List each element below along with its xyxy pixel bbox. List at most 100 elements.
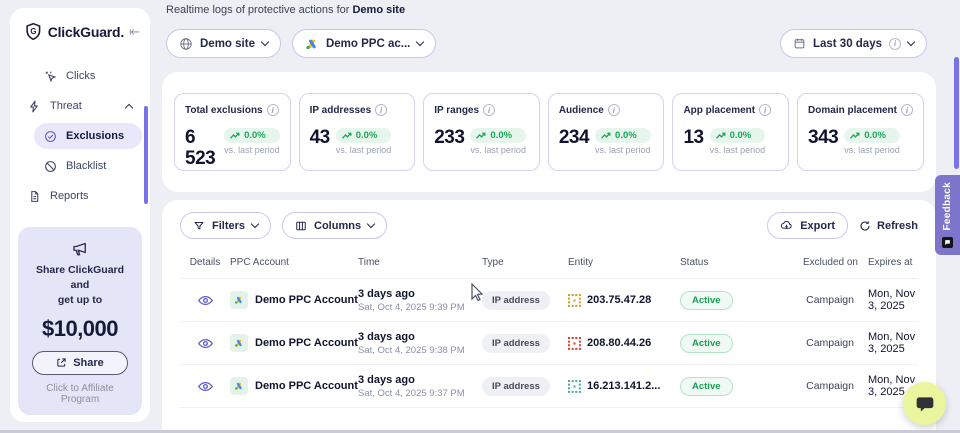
site-filter-dropdown[interactable]: Demo site — [166, 29, 281, 58]
megaphone-icon — [71, 239, 89, 257]
feedback-chat-icon — [942, 237, 953, 248]
sidebar-nav: Clicks Threat Exclusions Blacklist — [10, 63, 150, 209]
trend-badge: 0.0% — [224, 128, 280, 143]
expires-at-cell: Mon, Nov 3, 2025 — [858, 288, 918, 312]
info-icon[interactable]: i — [375, 104, 387, 116]
chevron-down-icon — [907, 38, 915, 46]
google-ads-icon — [230, 291, 248, 309]
entity-identicon — [568, 294, 581, 307]
chevron-down-icon — [367, 220, 375, 228]
type-badge: IP address — [482, 291, 550, 310]
svg-text:G: G — [30, 27, 36, 36]
export-cloud-icon — [780, 219, 793, 232]
share-button[interactable]: Share — [32, 351, 128, 375]
stat-card: Total exclusions i 6 523 0.0% vs. last p… — [174, 93, 291, 171]
stats-panel: Total exclusions i 6 523 0.0% vs. last p… — [162, 72, 936, 192]
collapse-sidebar-icon[interactable]: ⇤ — [129, 24, 140, 40]
info-icon[interactable]: i — [267, 104, 279, 116]
stat-card: IP addresses i 43 0.0% vs. last period — [299, 93, 416, 171]
trend-badge: 0.0% — [470, 128, 526, 143]
filters-button[interactable]: Filters — [180, 212, 271, 239]
entity-cell: 208.80.44.26 — [568, 337, 680, 350]
sidebar-item-reports[interactable]: Reports — [18, 183, 142, 209]
export-button[interactable]: Export — [767, 212, 848, 239]
chevron-down-icon — [251, 220, 259, 228]
entity-value: 16.213.141.2... — [587, 380, 660, 392]
stat-change: 0.0% — [615, 130, 637, 141]
trend-up-icon — [716, 131, 727, 140]
stat-title: Audience — [559, 105, 604, 116]
stat-value: 233 — [434, 128, 464, 149]
sidebar-item-exclusions[interactable]: Exclusions — [34, 123, 142, 149]
time-absolute: Sat, Oct 4, 2025 9:38 PM — [358, 345, 482, 356]
sidebar-item-blacklist[interactable]: Blacklist — [34, 153, 142, 179]
entity-identicon — [568, 380, 581, 393]
feedback-tab[interactable]: Feedback — [935, 175, 960, 255]
chevron-up-icon — [125, 103, 133, 111]
trend-badge: 0.0% — [844, 128, 900, 143]
time-cell: 3 days ago Sat, Oct 4, 2025 9:38 PM — [358, 331, 482, 356]
stat-caption: vs. last period — [595, 145, 651, 155]
column-header-ppc-account[interactable]: PPC Account — [230, 257, 358, 268]
sidebar-item-label: Threat — [50, 100, 82, 112]
info-icon[interactable]: i — [608, 104, 620, 116]
excluded-on-cell: Campaign — [784, 294, 858, 306]
chat-launcher-button[interactable] — [903, 382, 946, 425]
table-row[interactable]: Demo PPC Account 3 days ago Sat, Oct 4, … — [180, 279, 918, 322]
column-header-excluded-on[interactable]: Excluded on — [784, 257, 858, 268]
promo-text-line1: Share ClickGuard and — [26, 263, 134, 293]
page-scrollbar[interactable] — [954, 57, 959, 169]
table-toolbar: Filters Columns Export Refresh — [180, 212, 918, 239]
promo-text-line2: get up to — [26, 293, 134, 308]
table-row[interactable]: Demo PPC Account 3 days ago Sat, Oct 4, … — [180, 365, 918, 408]
columns-button[interactable]: Columns — [282, 212, 387, 239]
info-icon[interactable]: i — [759, 104, 771, 116]
ban-icon — [44, 160, 57, 173]
column-header-status[interactable]: Status — [680, 257, 784, 268]
sidebar-item-label: Reports — [50, 190, 89, 202]
view-details-eye-icon[interactable] — [197, 292, 214, 309]
ppc-account-cell: Demo PPC Account — [230, 291, 358, 309]
trend-up-icon — [230, 131, 241, 140]
view-details-eye-icon[interactable] — [197, 378, 214, 395]
stat-title: IP ranges — [434, 105, 479, 116]
sidebar-scrollbar[interactable] — [144, 106, 148, 204]
sidebar-item-label: Exclusions — [66, 130, 124, 142]
ppc-account-filter-dropdown[interactable]: Demo PPC ac... — [292, 29, 436, 58]
globe-icon — [179, 37, 193, 51]
info-icon[interactable]: i — [901, 104, 913, 116]
stat-change: 0.0% — [490, 130, 512, 141]
type-badge: IP address — [482, 377, 550, 396]
ppc-account-cell: Demo PPC Account — [230, 377, 358, 395]
date-range-dropdown[interactable]: Last 30 days i — [780, 29, 927, 58]
table-row[interactable]: Demo PPC Account 3 days ago Sat, Oct 4, … — [180, 322, 918, 365]
sidebar-item-threat[interactable]: Threat — [18, 93, 142, 119]
info-icon[interactable]: i — [483, 104, 495, 116]
status-badge: Active — [680, 334, 733, 353]
stat-value: 234 — [559, 128, 589, 149]
stat-caption: vs. last period — [336, 145, 392, 155]
columns-button-label: Columns — [314, 220, 361, 232]
refresh-icon — [859, 220, 871, 232]
trend-badge: 0.0% — [595, 128, 651, 143]
promo-amount: $10,000 — [26, 316, 134, 342]
entity-identicon — [568, 337, 581, 350]
view-details-eye-icon[interactable] — [197, 335, 214, 352]
column-header-expires-at[interactable]: Expires at — [858, 257, 918, 268]
column-header-entity[interactable]: Entity — [568, 257, 680, 268]
filters-button-label: Filters — [212, 220, 245, 232]
stat-caption: vs. last period — [224, 145, 280, 155]
stat-value: 343 — [808, 128, 838, 149]
expires-at-cell: Mon, Nov 3, 2025 — [858, 331, 918, 355]
trend-up-icon — [342, 131, 353, 140]
stat-change: 0.0% — [730, 130, 752, 141]
sidebar-item-clicks[interactable]: Clicks — [34, 63, 142, 89]
time-absolute: Sat, Oct 4, 2025 9:37 PM — [358, 388, 482, 399]
column-header-type[interactable]: Type — [482, 257, 568, 268]
bolt-icon — [28, 100, 41, 113]
column-header-time[interactable]: Time — [358, 257, 482, 268]
refresh-button[interactable]: Refresh — [859, 220, 918, 232]
ppc-account-name: Demo PPC Account — [255, 294, 358, 306]
column-header-details[interactable]: Details — [180, 257, 230, 268]
google-ads-icon — [230, 377, 248, 395]
